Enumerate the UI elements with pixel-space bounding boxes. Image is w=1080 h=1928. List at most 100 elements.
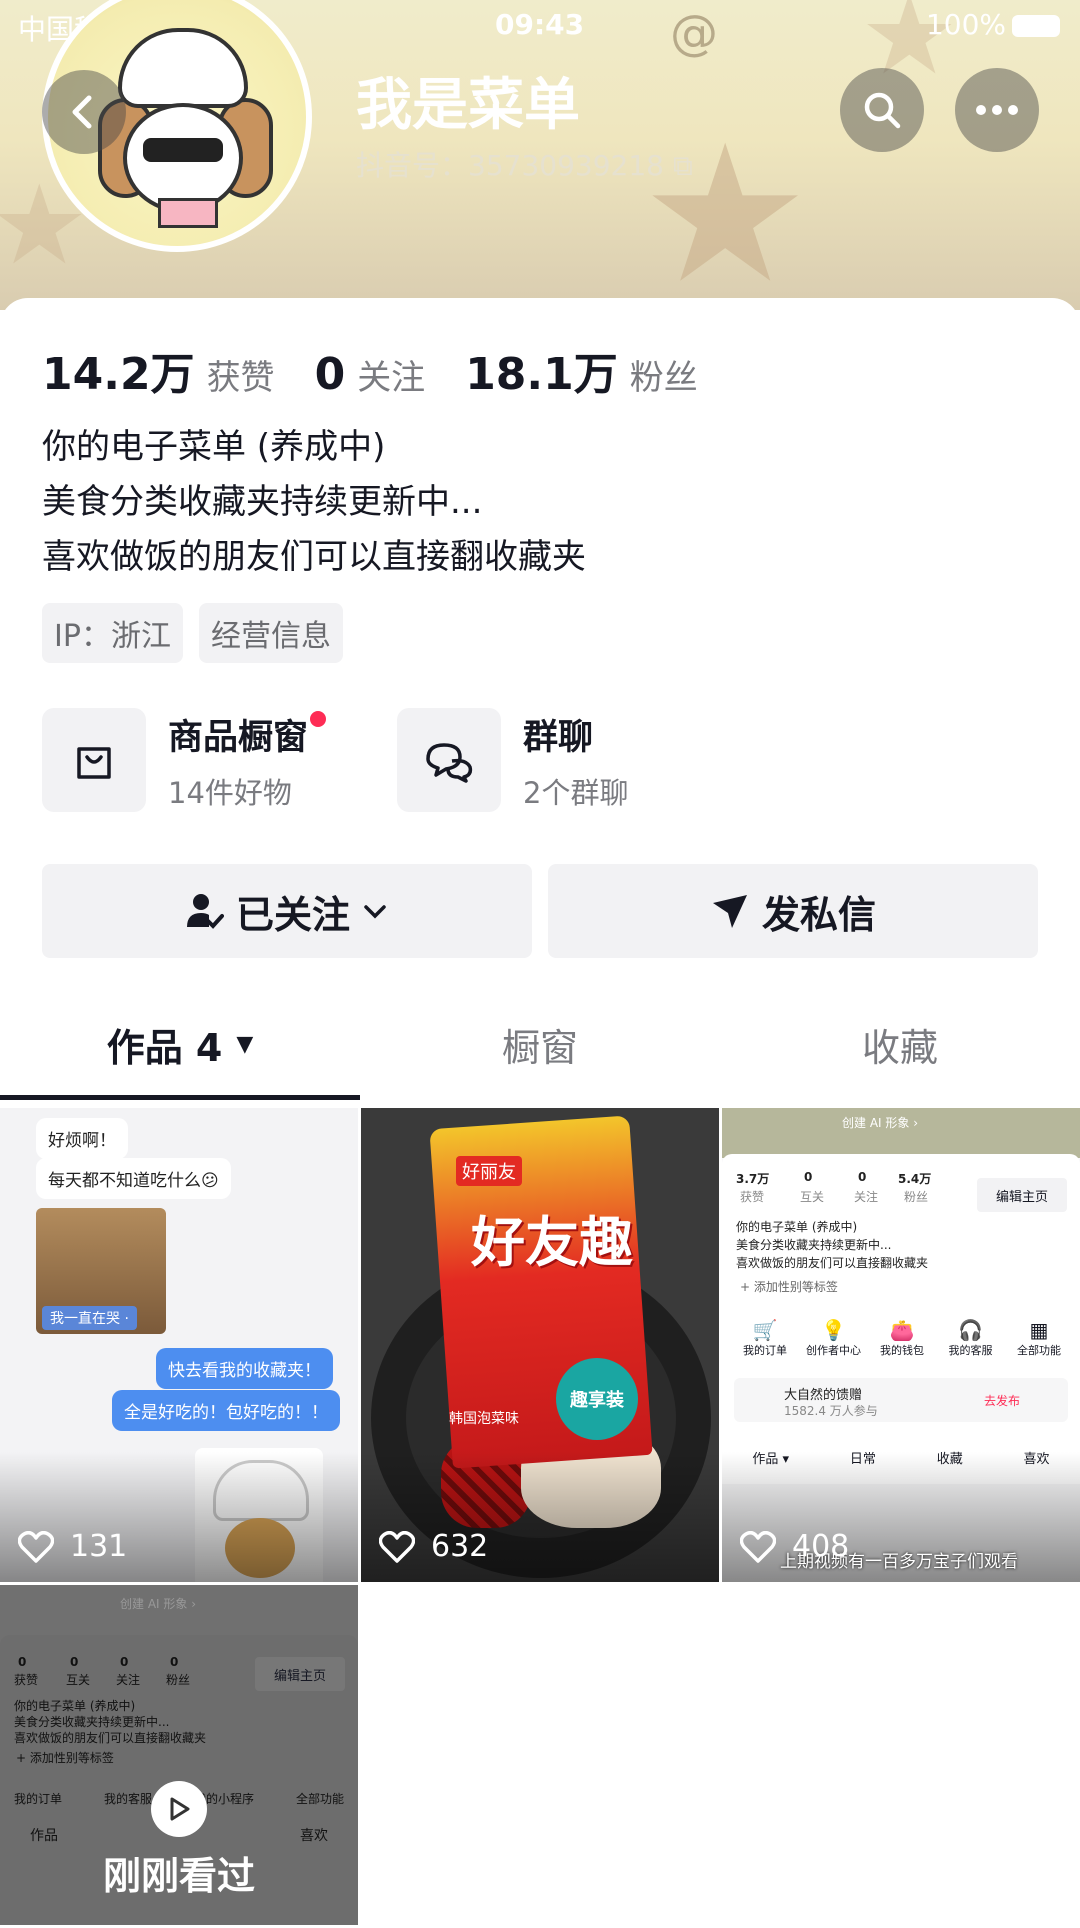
chat-bubbles-icon	[397, 708, 501, 812]
mini-tab: 作品	[30, 1828, 58, 1844]
mini-icon-item: 🛒 我的订单	[732, 1318, 798, 1358]
tag-row: IP：浙江 经营信息	[42, 603, 359, 663]
bio-line: 喜欢做饭的朋友们可以直接翻收藏夹	[42, 537, 586, 577]
mini-icon-label: 我的客服	[948, 1344, 993, 1357]
cart-icon: 🛒	[752, 1318, 778, 1342]
mini-icon-label: 全部功能	[1017, 1344, 1061, 1357]
search-button[interactable]	[840, 68, 924, 152]
like-count: 408	[740, 1529, 849, 1564]
douyin-id[interactable]: 抖音号：35730939218 ⧉	[356, 144, 693, 184]
mini-bio-line: 喜欢做饭的朋友们可以直接翻收藏夹	[14, 1731, 207, 1745]
bag-brand: 好丽友	[456, 1156, 522, 1186]
more-dots-icon	[976, 105, 1018, 115]
tab-favorites[interactable]: 收藏	[720, 988, 1080, 1100]
stat-label: 关注	[357, 358, 426, 398]
like-count: 632	[379, 1529, 488, 1564]
video-thumbnail[interactable]: 创建 AI 形象 › 3.7万 获赞 0 互关 0 关注 5.4万 粉丝 编辑主…	[722, 1108, 1080, 1582]
mini-bio-line: 你的电子菜单 (养成中)	[736, 1220, 858, 1234]
lightbulb-icon: 💡	[821, 1318, 846, 1342]
mini-icon-label: 我的订单	[743, 1344, 787, 1357]
chevron-left-icon	[72, 95, 92, 129]
play-icon	[170, 1797, 190, 1821]
shop-window-entry[interactable]: 商品橱窗 14件好物	[42, 708, 397, 812]
mini-banner-title: 大自然的馈赠	[784, 1388, 863, 1403]
stat-likes[interactable]: 14.2万 获赞	[42, 338, 275, 402]
like-count-value: 131	[70, 1529, 128, 1564]
stat-following[interactable]: 0 关注	[315, 349, 426, 400]
user-check-icon	[186, 894, 224, 929]
video-thumbnail[interactable]: 创建 AI 形象 › 0 获赞 0 互关 0 关注 0 粉丝 编辑主页 你的电子…	[0, 1585, 358, 1925]
caret-down-icon[interactable]: ▼	[236, 1032, 253, 1057]
business-info-tag[interactable]: 经营信息	[198, 603, 343, 663]
bag-flavor: 韩国泡菜味	[449, 1411, 519, 1427]
stat-value: 14.2万	[42, 349, 195, 400]
mini-create-ai: 创建 AI 形象 ›	[120, 1597, 196, 1611]
nickname: 我是菜单	[356, 73, 580, 138]
mini-bio-line: 美食分类收藏夹持续更新中...	[14, 1715, 170, 1729]
clock: 09:43	[495, 8, 585, 41]
tab-shop-window[interactable]: 橱窗	[360, 988, 720, 1100]
mini-icon-label: 我的钱包	[880, 1344, 924, 1357]
dog-sticker: 我一直在哭 ·	[36, 1208, 166, 1334]
mini-stat-label: 获赞	[740, 1190, 765, 1204]
headset-icon: 🎧	[958, 1318, 983, 1342]
copy-icon[interactable]: ⧉	[673, 149, 693, 182]
stat-followers[interactable]: 18.1万 粉丝	[465, 338, 698, 402]
mini-create-ai: 创建 AI 形象 ›	[842, 1116, 918, 1130]
entry-title: 群聊	[523, 717, 594, 758]
play-button[interactable]	[151, 1781, 207, 1837]
stat-value: 0	[314, 349, 346, 400]
video-thumbnail[interactable]: 好烦啊！ 每天都不知道吃什么😕 我一直在哭 · 快去看我的收藏夹！ 全是好吃的！…	[0, 1108, 358, 1582]
battery-percent: 100%	[925, 8, 1006, 41]
entry-title: 商品橱窗	[168, 717, 309, 758]
mini-bio-line: 你的电子菜单 (养成中)	[14, 1699, 136, 1713]
stats-row: 14.2万 获赞 0 关注 18.1万 粉丝	[42, 338, 738, 402]
grid-icon: ▦	[1029, 1318, 1049, 1342]
group-chat-entry[interactable]: 群聊 2个群聊	[397, 708, 752, 812]
message-button[interactable]: 发私信	[548, 864, 1038, 958]
avatar-apron	[158, 198, 218, 228]
mini-stat: 0	[858, 1170, 867, 1184]
avatar-glasses	[143, 138, 223, 162]
mini-add-tag: + 添加性别等标签	[16, 1751, 114, 1765]
mini-stat: 0	[170, 1655, 179, 1669]
wallet-icon: 👛	[889, 1318, 915, 1342]
mini-banner-button: 去发布	[984, 1394, 1021, 1408]
sticker-caption: 我一直在哭 ·	[42, 1306, 137, 1330]
stat-label: 获赞	[206, 358, 275, 398]
chat-bubble: 好烦啊！	[36, 1118, 128, 1159]
mini-edit-button: 编辑主页	[255, 1657, 345, 1691]
mini-stat-label: 关注	[116, 1673, 141, 1687]
notification-dot	[310, 710, 327, 727]
bag-badge: 趣享装	[556, 1358, 638, 1440]
ip-tag: IP：浙江	[42, 603, 183, 663]
mini-stat-label: 互关	[66, 1673, 91, 1687]
entry-subtitle: 2个群聊	[523, 775, 629, 810]
mini-banner-subtitle: 1582.4 万人参与	[784, 1404, 878, 1418]
tab-label: 收藏	[861, 1025, 938, 1070]
more-button[interactable]	[955, 68, 1039, 152]
mini-stat-label: 获赞	[14, 1673, 39, 1687]
tab-label: 橱窗	[501, 1025, 578, 1070]
chevron-down-icon	[364, 905, 386, 919]
profile-body: 14.2万 获赞 0 关注 18.1万 粉丝 你的电子菜单 (养成中) 美食分类收藏夹…	[0, 298, 1080, 1928]
mini-add-tag: + 添加性别等标签	[740, 1280, 838, 1294]
mini-icon-item: 🎧 我的客服	[938, 1318, 1004, 1358]
stat-value: 18.1万	[465, 349, 618, 400]
followed-label: 已关注	[235, 892, 350, 937]
mini-icon-label: 全部功能	[296, 1792, 345, 1806]
entry-row: 商品橱窗 14件好物 群聊 2个群聊	[42, 708, 752, 812]
battery-indicator: 100%	[926, 8, 1060, 41]
back-button[interactable]	[42, 70, 126, 154]
mini-stat: 3.7万	[736, 1172, 770, 1186]
search-icon	[864, 92, 901, 129]
followed-button[interactable]: 已关注	[42, 864, 532, 958]
mini-stat-label: 关注	[854, 1190, 879, 1204]
mini-bio-line: 美食分类收藏夹持续更新中...	[736, 1238, 892, 1252]
video-thumbnail[interactable]: 好丽友 好友趣 韩国泡菜味 趣享装 632	[361, 1108, 719, 1582]
tab-works[interactable]: 作品 4 ▼	[0, 988, 360, 1100]
message-label: 发私信	[761, 892, 876, 937]
content-tabs: 作品 4 ▼ 橱窗 收藏	[0, 988, 1080, 1100]
like-count: 131	[18, 1529, 127, 1564]
mini-stat-label: 粉丝	[166, 1673, 191, 1687]
